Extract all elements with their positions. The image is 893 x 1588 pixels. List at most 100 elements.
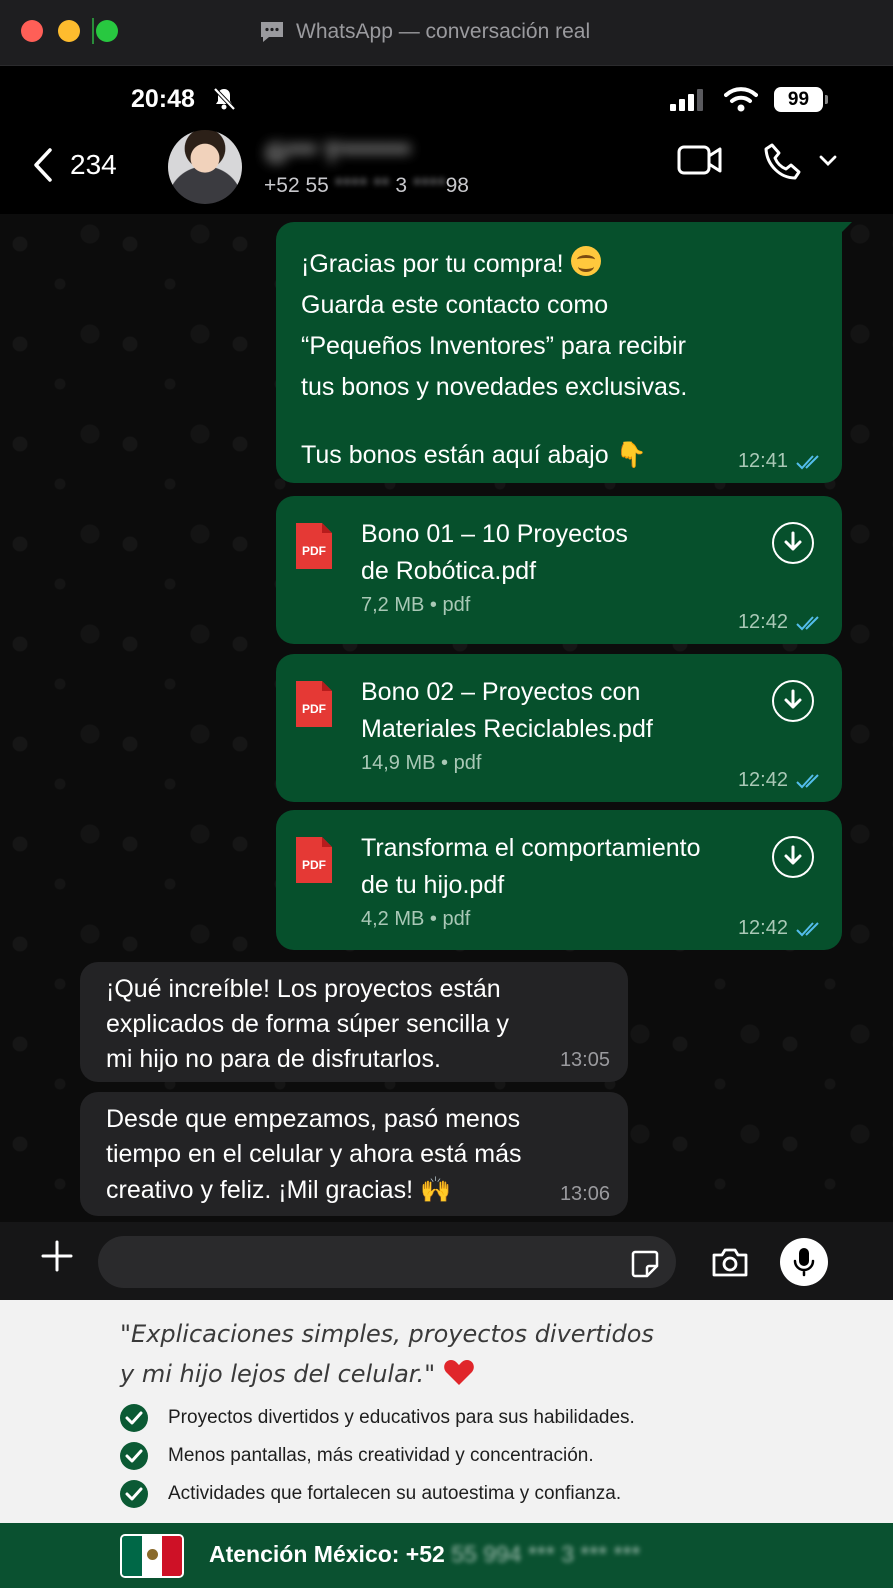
phone-masked-2: **** [412,174,446,197]
download-button[interactable] [772,522,814,564]
zoom-window-button[interactable] [92,18,118,44]
battery-level: 99 [774,87,823,112]
chat-header: 234 G*** T******* +52 55 **** ** 3 ****9… [0,130,893,214]
check-circle-icon [120,1442,148,1470]
chevron-down-icon[interactable] [819,155,837,167]
message-line: explicados de forma súper sencilla y [106,1010,509,1038]
raising-hands-emoji: 🙌 [419,1175,452,1204]
download-button[interactable] [772,836,814,878]
download-button[interactable] [772,680,814,722]
pdf-file-icon: PDF [296,523,332,569]
cellular-signal-icon [670,89,703,111]
phone-call-icon[interactable] [763,142,803,182]
document-meta: 7,2 MB • pdf [361,594,471,616]
back-button[interactable]: 234 [32,143,117,187]
document-title: Transforma el comportamiento de tu hijo.… [361,834,701,899]
document-message[interactable]: PDF Bono 02 – Proyectos con Materiales R… [276,654,842,802]
benefit-item: Proyectos divertidos y educativos para s… [120,1399,635,1437]
contact-footer: Atención México: +52 55 994 *** 3 *** **… [0,1523,893,1588]
message-line: mi hijo no para de disfrutarlos. [106,1045,441,1073]
chevron-left-icon [34,148,52,182]
message-text: ¡Qué increíble! Los proyectos están expl… [106,972,509,1077]
sticker-icon[interactable] [630,1249,660,1279]
document-meta: 4,2 MB • pdf [361,908,471,930]
message-timestamp: 12:42 [738,917,824,940]
double-check-read-icon [796,773,819,788]
incoming-message[interactable]: Desde que empezamos, pasó menos tiempo e… [80,1092,628,1216]
check-circle-icon [120,1480,148,1508]
heart-icon [444,1360,474,1385]
bubble-tail [838,222,852,236]
smiling-face-icon [570,246,601,276]
benefit-list: Proyectos divertidos y educativos para s… [120,1399,635,1513]
message-line: Guarda este contacto como [301,291,609,319]
window-titlebar: WhatsApp — conversación real [0,0,893,66]
quote-line: "Explicaciones simples, proyectos divert… [120,1320,654,1348]
document-message[interactable]: PDF Transforma el comportamiento de tu h… [276,810,842,950]
benefit-item: Menos pantallas, más creatividad y conce… [120,1437,635,1475]
download-arrow-icon [784,845,802,865]
download-arrow-icon [784,689,802,709]
benefit-text: Proyectos divertidos y educativos para s… [168,1407,635,1428]
benefit-text: Actividades que fortalecen su autoestima… [168,1483,622,1504]
quote-line: y mi hijo lejos del celular." [120,1354,654,1394]
camera-icon[interactable] [711,1246,749,1278]
bell-muted-icon [213,87,236,111]
message-line: creativo y feliz. ¡Mil gracias! 🙌 [106,1175,452,1204]
phone-status-bar: 20:48 99 [0,66,893,130]
footer-contact-text: Atención México: +52 55 994 *** 3 *** **… [209,1541,640,1568]
message-line: Desde que empezamos, pasó menos [106,1105,521,1133]
document-title: Bono 02 – Proyectos con Materiales Recic… [361,678,653,743]
chat-messages-area[interactable]: ¡Gracias por tu compra! Guarda este cont… [0,214,893,1222]
mexico-flag-icon [120,1534,184,1578]
svg-text:PDF: PDF [302,544,326,558]
document-title: Bono 01 – 10 Proyectos de Robótica.pdf [361,520,628,585]
benefit-text: Menos pantallas, más creatividad y conce… [168,1445,594,1466]
battery-nub [825,95,828,104]
message-line: tiempo en el celular y ahora está más [106,1140,522,1168]
chat-bubble-icon [261,22,283,42]
svg-text:PDF: PDF [302,858,326,872]
microphone-button[interactable] [780,1238,828,1286]
pdf-file-icon: PDF [296,837,332,883]
window-title: WhatsApp — conversación real [258,18,590,46]
footer-masked-number: 55 994 *** 3 *** *** [451,1541,641,1567]
message-text: ¡Gracias por tu compra! Guarda este cont… [301,244,687,476]
document-message[interactable]: PDF Bono 01 – 10 Proyectos de Robótica.p… [276,496,842,644]
message-composer [0,1222,893,1300]
plus-icon[interactable] [40,1239,74,1273]
contact-phone: +52 55 **** ** 3 ****98 [264,174,469,198]
message-input[interactable] [98,1236,676,1288]
phone-masked-1: **** ** [334,174,390,197]
message-line: tus bonos y novedades exclusivas. [301,373,688,401]
message-line: ¡Qué increíble! Los proyectos están [106,975,501,1003]
message-line: ¡Gracias por tu compra! [301,244,687,285]
message-timestamp: 13:06 [559,1183,610,1205]
status-time: 20:48 [131,85,195,113]
close-window-button[interactable] [21,20,43,42]
footer-label: Atención México: +52 [209,1541,445,1567]
contact-avatar[interactable] [168,130,242,204]
message-timestamp: 12:42 [738,769,824,792]
incoming-message[interactable]: ¡Qué increíble! Los proyectos están expl… [80,962,628,1082]
message-line: “Pequeños Inventores” para recibir [301,332,686,360]
contact-name[interactable]: G*** T******* [266,138,411,169]
message-timestamp: 13:05 [559,1049,610,1071]
message-timestamp: 12:41 [738,450,824,473]
wifi-icon [724,87,758,112]
outgoing-message[interactable]: ¡Gracias por tu compra! Guarda este cont… [276,222,852,483]
microphone-icon [793,1248,815,1277]
download-arrow-icon [784,531,802,551]
phone-prefix: +52 55 [264,174,329,197]
pointing-down-emoji: 👇 [615,440,647,469]
message-line: Tus bonos están aquí abajo 👇 [301,440,647,469]
testimonial-panel: "Explicaciones simples, proyectos divert… [0,1300,893,1523]
testimonial-quote: "Explicaciones simples, proyectos divert… [120,1314,654,1394]
battery-indicator: 99 [774,87,828,112]
phone-suffix: 98 [445,174,469,197]
benefit-item: Actividades que fortalecen su autoestima… [120,1475,635,1513]
video-call-icon[interactable] [677,143,723,177]
document-meta: 14,9 MB • pdf [361,752,482,774]
minimize-window-button[interactable] [58,20,80,42]
message-text: Desde que empezamos, pasó menos tiempo e… [106,1102,522,1208]
